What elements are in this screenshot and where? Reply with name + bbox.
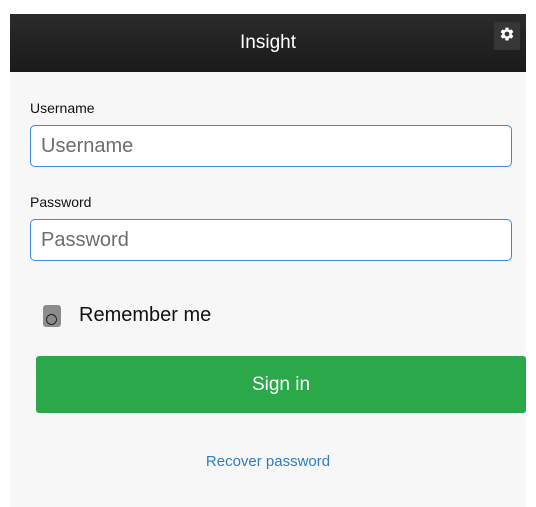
sign-in-button[interactable]: Sign in [36, 356, 526, 413]
login-screen: Insight Username Password Remember me Si… [10, 14, 526, 507]
password-label: Password [30, 194, 92, 210]
gear-icon [499, 26, 515, 47]
remember-me-label: Remember me [79, 304, 212, 326]
app-title: Insight [240, 32, 296, 53]
settings-button[interactable] [494, 22, 520, 50]
password-input[interactable] [30, 219, 512, 261]
app-header: Insight [10, 14, 526, 72]
username-input[interactable] [30, 125, 512, 167]
username-label: Username [30, 100, 95, 116]
remember-me-checkbox[interactable] [43, 304, 61, 327]
recover-password-link[interactable]: Recover password [10, 453, 526, 470]
remember-me-toggle[interactable]: Remember me [43, 304, 211, 327]
radio-circle-icon [46, 313, 57, 325]
